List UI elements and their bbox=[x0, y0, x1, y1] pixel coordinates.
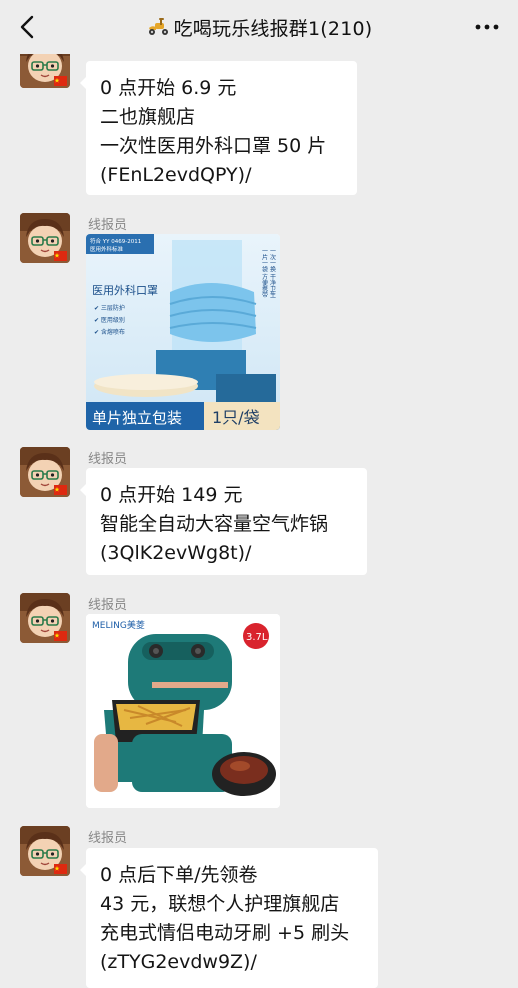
message-line: 0 点开始 149 元 bbox=[100, 484, 243, 506]
avatar[interactable] bbox=[20, 593, 70, 643]
message-line: (FEnL2evdQPY)/ bbox=[100, 164, 252, 186]
message-line: 二也旗舰店 bbox=[100, 106, 196, 128]
message-line: 智能全自动大容量空气炸锅 bbox=[100, 513, 329, 535]
sender-name: 线报员 bbox=[88, 831, 128, 846]
message-line: (zTYG2evdw9Z)/ bbox=[100, 951, 257, 973]
sender-name: 线报员 bbox=[88, 218, 128, 233]
svg-text:医用外科标准: 医用外科标准 bbox=[90, 245, 124, 253]
product-image-mask[interactable]: 符合 YY 0469-2011 医用外科标准 医用外科口罩 ✔ 三层防护 ✔ 医… bbox=[86, 234, 280, 430]
scooter-icon bbox=[148, 18, 168, 35]
svg-text:✔ 医用级别: ✔ 医用级别 bbox=[94, 316, 125, 324]
sender-name: 线报员 bbox=[88, 452, 128, 467]
sender-name: 线报员 bbox=[88, 598, 128, 613]
message-line: 充电式情侣电动牙刷 +5 刷头 bbox=[100, 922, 350, 944]
avatar[interactable] bbox=[20, 826, 70, 876]
message-line: (3QlK2evWg8t)/ bbox=[100, 542, 252, 564]
chat-title: 吃喝玩乐线报群1(210) bbox=[173, 17, 373, 40]
chat-header: 吃喝玩乐线报群1(210) bbox=[0, 0, 518, 54]
avatar[interactable] bbox=[20, 213, 70, 263]
product-image-airfryer[interactable]: MELING美菱 3.7L bbox=[86, 614, 280, 808]
message-bubble[interactable]: 0 点后下单/先领卷 43 元，联想个人护理旗舰店 充电式情侣电动牙刷 +5 刷… bbox=[80, 848, 378, 988]
message-line: 0 点后下单/先领卷 bbox=[100, 864, 258, 886]
svg-text:✔ 含熔喷布: ✔ 含熔喷布 bbox=[94, 328, 125, 336]
more-horizontal-icon bbox=[475, 24, 499, 30]
avatar[interactable] bbox=[20, 447, 70, 497]
svg-text:✔ 三层防护: ✔ 三层防护 bbox=[94, 304, 125, 312]
svg-text:一片一袋 方便携带: 一片一袋 方便携带 bbox=[261, 248, 268, 299]
message-bubble[interactable]: 0 点开始 149 元 智能全自动大容量空气炸锅 (3QlK2evWg8t)/ bbox=[80, 468, 367, 575]
message-bubble[interactable]: 0 点开始 6.9 元 二也旗舰店 一次性医用外科口罩 50 片 (FEnL2e… bbox=[80, 61, 357, 195]
more-options-button[interactable] bbox=[474, 17, 500, 37]
chat-title-area: 吃喝玩乐线报群1(210) bbox=[0, 13, 518, 41]
mask-banner-right: 1只/袋 bbox=[212, 408, 260, 427]
message-line: 一次性医用外科口罩 50 片 bbox=[100, 135, 327, 157]
mask-top-tag: 符合 YY 0469-2011 bbox=[90, 237, 141, 245]
capacity-badge: 3.7L bbox=[246, 632, 268, 643]
message-line: 0 点开始 6.9 元 bbox=[100, 77, 237, 99]
message-line: 43 元，联想个人护理旗舰店 bbox=[100, 893, 340, 915]
brand-logo: MELING美菱 bbox=[92, 619, 145, 631]
svg-text:一次一换 干净卫生: 一次一换 干净卫生 bbox=[269, 248, 276, 298]
mask-banner-left: 单片独立包装 bbox=[92, 409, 182, 427]
mask-heading: 医用外科口罩 bbox=[92, 283, 158, 297]
